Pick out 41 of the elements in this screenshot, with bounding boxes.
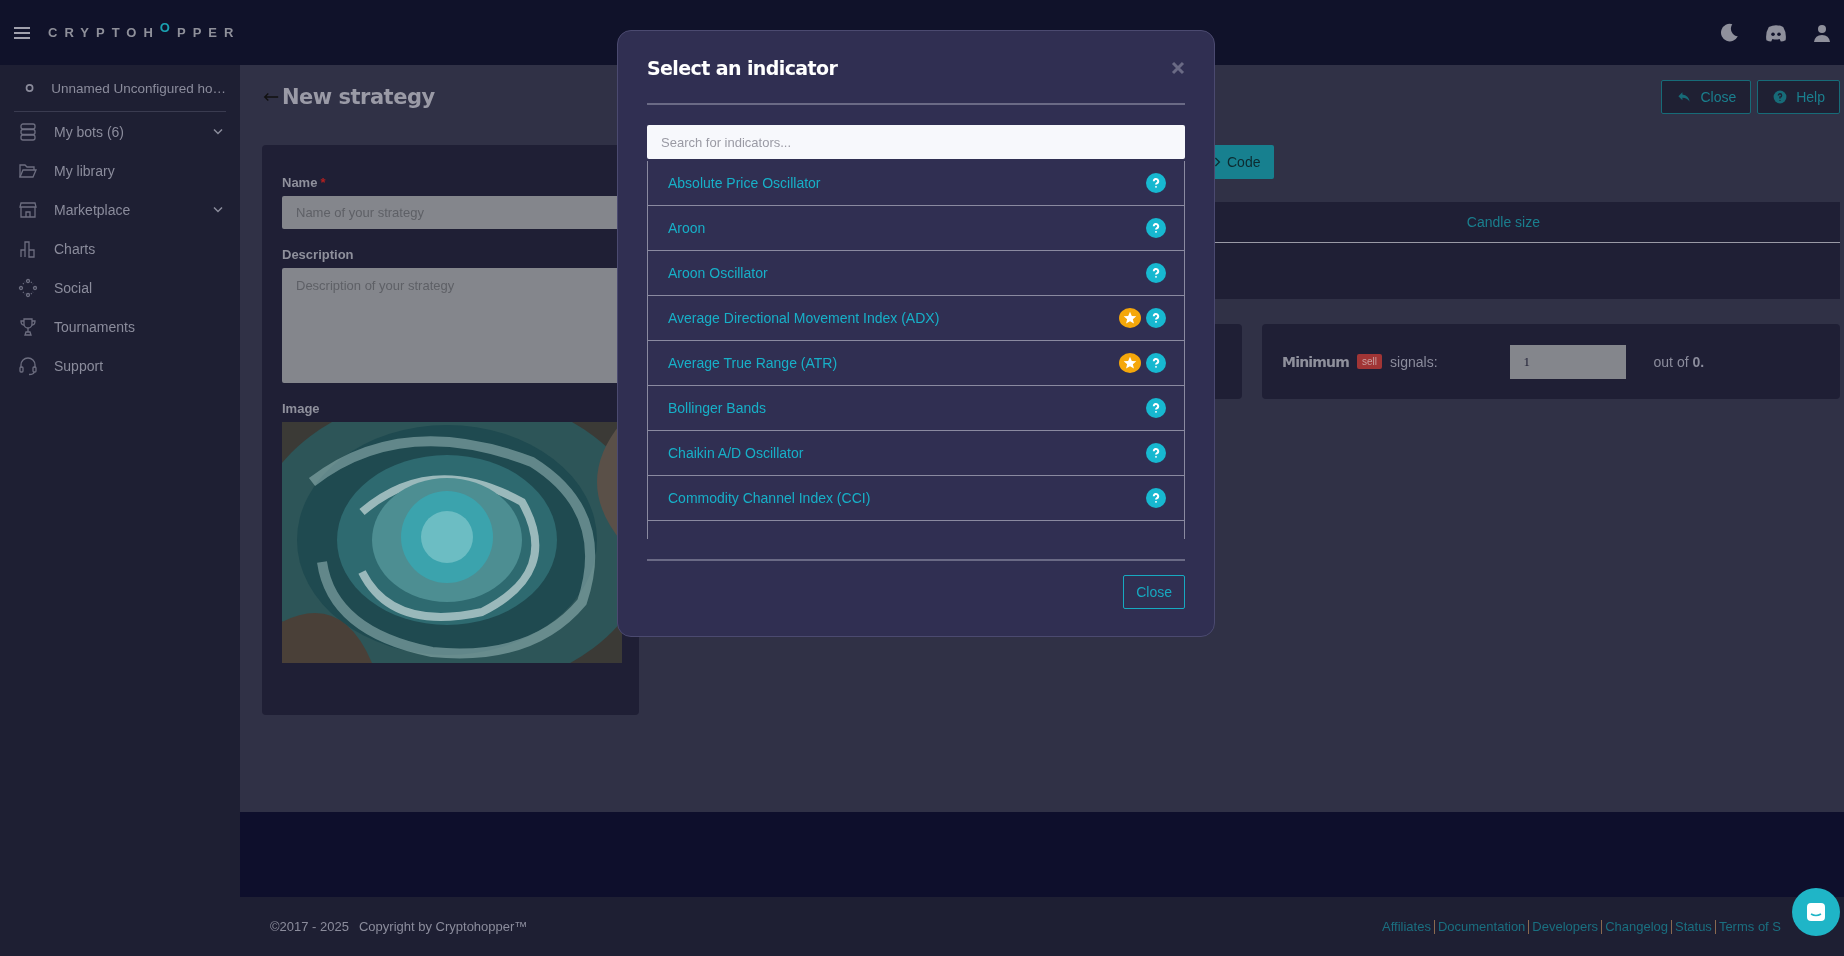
indicator-item[interactable]: Absolute Price Oscillator: [648, 161, 1184, 206]
sidebar-item[interactable]: My library: [14, 151, 226, 190]
indicator-item[interactable]: Aroon Oscillator: [648, 251, 1184, 296]
minimum-label: Minimum: [1282, 353, 1350, 370]
footer-link[interactable]: Documentation: [1433, 919, 1529, 934]
page-title: New strategy: [282, 85, 435, 109]
footer-link[interactable]: Developers: [1528, 919, 1602, 934]
sidebar-item[interactable]: Tournaments: [14, 307, 226, 346]
indicator-item[interactable]: Average True Range (ATR): [648, 341, 1184, 386]
column-header: Candle size: [1466, 214, 1540, 230]
help-button[interactable]: Help: [1757, 80, 1840, 114]
indicator-item[interactable]: Average Directional Movement Index (ADX): [648, 296, 1184, 341]
sidebar-item[interactable]: Marketplace: [14, 190, 226, 229]
field-label: Description: [282, 247, 354, 262]
footer-link[interactable]: Changelog: [1601, 919, 1671, 934]
copyright-text: Copyright by Cryptohopper™: [359, 919, 528, 934]
indicator-item[interactable]: Bollinger Bands: [648, 386, 1184, 431]
footer-link[interactable]: Status: [1671, 919, 1715, 934]
indicator-item[interactable]: Aroon: [648, 206, 1184, 251]
signals-field[interactable]: 1: [1509, 344, 1626, 379]
signals-label: signals:: [1390, 353, 1438, 370]
bot-name[interactable]: Unnamed Unconfigured ho…: [51, 80, 226, 96]
copyright-years: ©2017 - 2025: [270, 919, 349, 934]
sidebar-item[interactable]: Support: [14, 346, 226, 385]
sell-tag: sell: [1357, 354, 1383, 369]
field-label: Name: [282, 175, 318, 190]
field-label: Image: [282, 401, 320, 416]
sidebar-item[interactable]: My bots (6): [14, 112, 226, 151]
close-button[interactable]: Close: [1661, 80, 1752, 114]
signals-total: out of 0.: [1653, 353, 1705, 370]
required-mark: *: [320, 175, 326, 190]
footer-link[interactable]: Terms of S: [1714, 919, 1784, 934]
logo[interactable]: CRYPTOH O PPER: [48, 25, 241, 40]
indicator-item[interactable]: Commodity Channel Index (CCI): [648, 476, 1184, 521]
footer-link[interactable]: Affiliates: [1379, 919, 1434, 934]
dialog-title: Select an indicator: [647, 57, 838, 79]
indicator-item[interactable]: Chaikin A/D Oscillator: [648, 431, 1184, 476]
sidebar-item[interactable]: Charts: [14, 229, 226, 268]
sidebar-item[interactable]: Social: [14, 268, 226, 307]
close-button[interactable]: Close: [1123, 575, 1185, 609]
search-field[interactable]: Search for indicators...: [647, 125, 1185, 159]
